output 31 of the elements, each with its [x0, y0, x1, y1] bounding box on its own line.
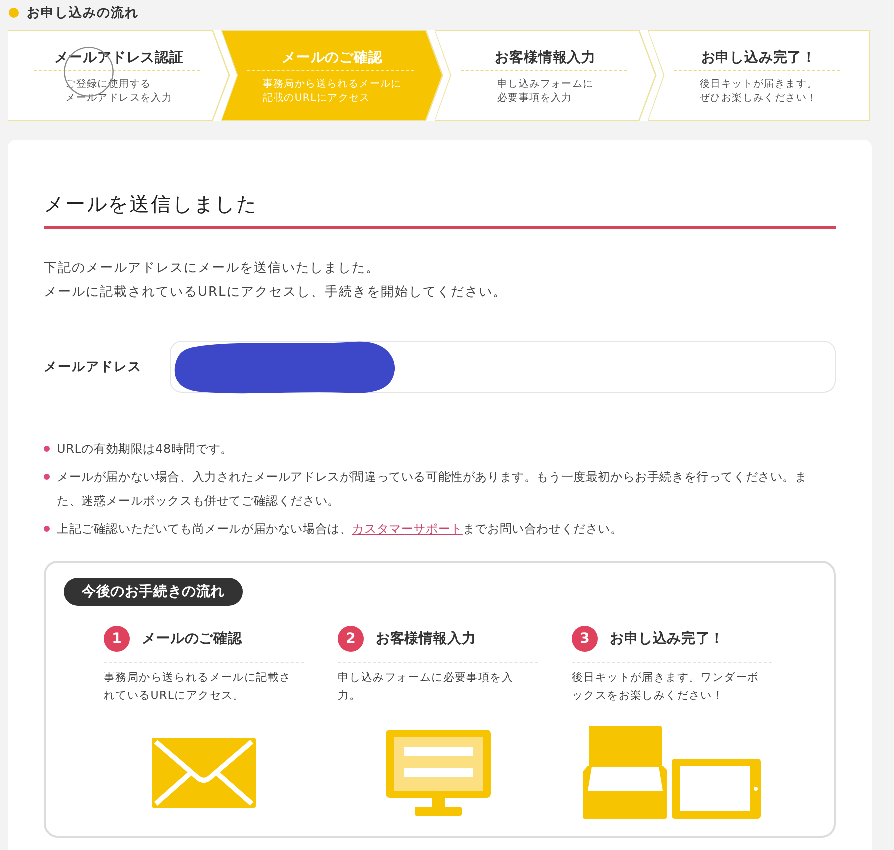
status-dot-icon	[9, 8, 19, 18]
note-text: 上記ご確認いただいても尚メールが届かない場合は、カスタマーサポート までお問い合わせください。	[57, 521, 623, 538]
support-link[interactable]: カスタマーサポート	[352, 522, 463, 536]
section-label: 今後のお手続きの流れ	[64, 578, 243, 606]
page-heading: メールを送信しました	[44, 191, 259, 218]
step-description: 後日キットが届きます。 ぜひお楽しみください！	[700, 78, 818, 106]
bullet-dot-icon	[44, 526, 50, 532]
step-description: 後日キットが届きます。ワンダーボ ックスをお楽しみください！	[572, 670, 760, 704]
step-title: お客様情報入力	[495, 48, 596, 68]
envelope-icon	[152, 738, 256, 808]
step-number: 1	[104, 626, 130, 652]
bullet-dot-icon	[44, 474, 50, 480]
step-number: 2	[338, 626, 364, 652]
step-description: 事務局から送られるメールに記載さ れているURLにアクセス。	[104, 670, 292, 704]
note-text: メールが届かない場合、入力されたメールアドレスが間違っている可能性があります。もう一度最初からお手続きを行ってください。また、迷惑メールボックスも併せてご確認ください。	[57, 469, 808, 510]
email-label: メールアドレス	[44, 359, 143, 376]
step-title: お申し込み完了！	[701, 48, 816, 68]
step-description: 事務局から送られるメールに 記載のURLにアクセス	[262, 78, 402, 106]
section-title: お申し込みの流れ	[27, 4, 139, 22]
step-title: お客様情報入力	[376, 630, 476, 648]
step-title: メールのご確認	[282, 49, 383, 68]
step-title: メールのご確認	[142, 630, 242, 648]
step-description: 申し込みフォームに必要事項を入 力。	[338, 670, 514, 704]
message-text: 下記のメールアドレスにメールを送信いたしました。 メールに記載されているURLにアクセスし、手続きを開始してください。	[44, 260, 508, 302]
box-and-tablet-icon	[583, 726, 761, 819]
bullet-dot-icon	[44, 446, 50, 452]
step-number: 3	[572, 626, 598, 652]
monitor-icon	[386, 730, 490, 816]
step-description: 申し込みフォームに 必要事項を入力	[497, 78, 594, 106]
step-title: お申し込み完了！	[610, 630, 724, 648]
note-text: URLの有効期限は48時間です。	[57, 441, 233, 458]
